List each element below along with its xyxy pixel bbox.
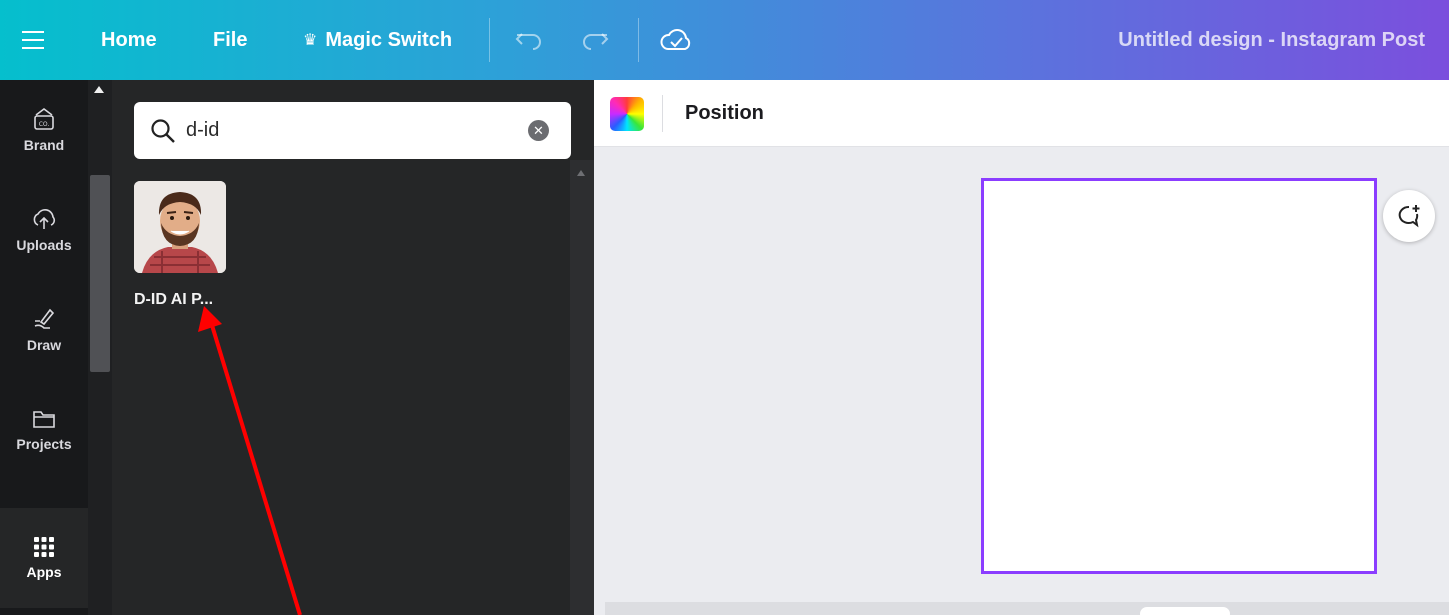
apps-panel: ✕ D bbox=[112, 80, 594, 615]
search-input[interactable] bbox=[186, 119, 506, 142]
menu-button[interactable] bbox=[22, 0, 52, 80]
redo-icon bbox=[583, 33, 609, 50]
design-title[interactable]: Untitled design - Instagram Post bbox=[1118, 0, 1425, 80]
scroll-up-arrow-icon[interactable] bbox=[577, 170, 585, 176]
scrollbar-thumb[interactable] bbox=[90, 175, 110, 372]
rail-item-draw[interactable]: Draw bbox=[0, 280, 88, 380]
rail-item-apps[interactable]: Apps bbox=[0, 508, 88, 608]
rail-label: Apps bbox=[26, 564, 62, 580]
top-bar: Home File ♛ Magic Switch Untitled design… bbox=[0, 0, 1449, 80]
clear-icon[interactable]: ✕ bbox=[528, 120, 549, 141]
rail-label: Brand bbox=[23, 137, 65, 153]
apps-grid-icon bbox=[34, 537, 54, 557]
home-label: Home bbox=[101, 28, 157, 51]
redo-button[interactable] bbox=[580, 0, 610, 80]
magic-switch-button[interactable]: ♛ Magic Switch bbox=[303, 0, 452, 80]
scroll-up-arrow-icon[interactable] bbox=[94, 86, 104, 93]
design-title-label: Untitled design - Instagram Post bbox=[1118, 28, 1425, 51]
comment-plus-icon bbox=[1398, 205, 1420, 228]
svg-text:CO.: CO. bbox=[39, 121, 50, 128]
undo-icon bbox=[515, 33, 541, 50]
search-box[interactable]: ✕ bbox=[134, 102, 571, 159]
file-menu-button[interactable]: File bbox=[213, 0, 247, 80]
divider bbox=[662, 95, 663, 132]
brand-icon: CO. bbox=[34, 108, 54, 130]
cloud-check-icon bbox=[660, 29, 691, 50]
rail-label: Draw bbox=[26, 337, 62, 353]
rail-scrollbar[interactable] bbox=[88, 80, 112, 615]
crown-icon: ♛ bbox=[303, 32, 318, 49]
pen-icon bbox=[34, 308, 55, 329]
divider bbox=[638, 18, 639, 62]
add-comment-button[interactable] bbox=[1383, 190, 1435, 242]
search-icon bbox=[151, 118, 175, 143]
app-name[interactable]: D-ID AI P... bbox=[134, 291, 226, 309]
position-button[interactable]: Position bbox=[685, 102, 764, 125]
app-thumbnail[interactable] bbox=[134, 181, 226, 273]
app-avatar-face bbox=[134, 181, 226, 273]
file-label: File bbox=[213, 28, 248, 51]
panel-scrollbar[interactable] bbox=[570, 160, 594, 615]
save-status-button[interactable] bbox=[660, 0, 692, 80]
home-button[interactable]: Home bbox=[101, 0, 157, 80]
zoom-pill[interactable] bbox=[1140, 607, 1230, 615]
menu-icon bbox=[22, 31, 44, 49]
design-page[interactable] bbox=[981, 178, 1377, 574]
magic-switch-label: Magic Switch bbox=[325, 28, 453, 51]
rail-label: Uploads bbox=[16, 237, 72, 253]
rail-item-projects[interactable]: Projects bbox=[0, 380, 88, 480]
app-result-card[interactable]: D-ID AI P... bbox=[134, 181, 226, 309]
rail-item-uploads[interactable]: Uploads bbox=[0, 180, 88, 280]
folder-icon bbox=[33, 411, 55, 428]
rail-label: Projects bbox=[16, 436, 72, 452]
left-rail: CO. Brand Uploads Draw Projects Apps bbox=[0, 80, 88, 615]
background-color-button[interactable] bbox=[610, 97, 644, 131]
divider bbox=[489, 18, 490, 62]
undo-button[interactable] bbox=[514, 0, 544, 80]
upload-cloud-icon bbox=[33, 209, 56, 229]
rail-item-brand[interactable]: CO. Brand bbox=[0, 80, 88, 180]
horizontal-scrollbar[interactable] bbox=[605, 602, 1449, 615]
editor-toolbar: Position bbox=[594, 80, 1449, 147]
